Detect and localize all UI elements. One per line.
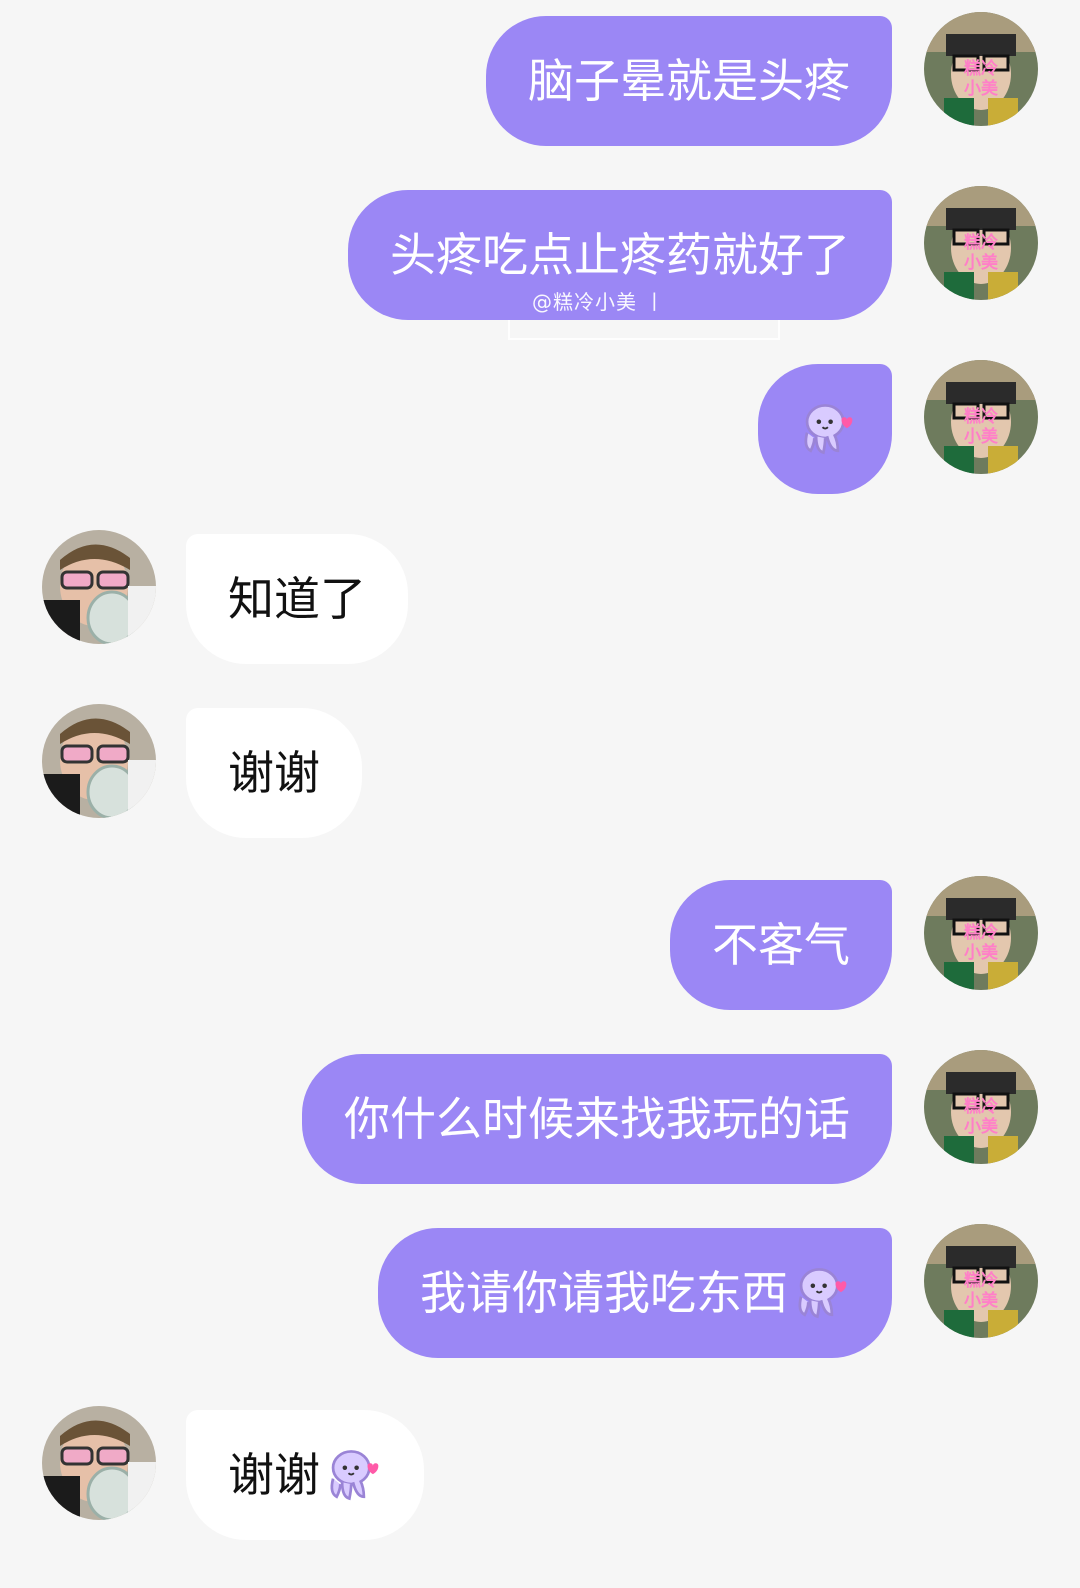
message-bubble[interactable]: 脑子晕就是头疼 [486, 16, 892, 146]
avatar[interactable]: 糕冷 小美 [924, 12, 1038, 126]
message-row: 你什么时候来找我玩的话 糕冷 小美 [0, 1050, 1080, 1184]
watermark-bracket [508, 320, 780, 340]
avatar-me-icon: 糕冷 小美 [924, 360, 1038, 474]
message-text: 头疼吃点止疼药就好了 [390, 228, 850, 282]
watermark: @糕冷小美 丨 [532, 290, 666, 314]
message-row: 脑子晕就是头疼 糕冷 小美 [0, 12, 1080, 146]
message-text: 你什么时候来找我玩的话 [344, 1092, 850, 1146]
message-bubble[interactable]: 谢谢 [186, 708, 362, 838]
svg-text:小美: 小美 [964, 1116, 999, 1137]
avatar[interactable] [42, 1406, 156, 1520]
octopus-kiss-icon [804, 404, 853, 455]
svg-text:小美: 小美 [964, 78, 999, 99]
avatar[interactable]: 糕冷 小美 [924, 186, 1038, 300]
svg-text:糕冷: 糕冷 [964, 1096, 998, 1117]
message-bubble[interactable]: 谢谢 [186, 1410, 424, 1540]
svg-text:糕冷: 糕冷 [964, 406, 998, 427]
svg-text:糕冷: 糕冷 [964, 1270, 998, 1291]
avatar-other-icon [42, 1406, 156, 1520]
avatar[interactable]: 糕冷 小美 [924, 876, 1038, 990]
message-row: 谢谢 [0, 704, 1080, 838]
sticker-bubble[interactable] [758, 364, 892, 494]
message-bubble[interactable]: 你什么时候来找我玩的话 [302, 1054, 892, 1184]
message-bubble[interactable]: 知道了 [186, 534, 408, 664]
svg-text:糕冷: 糕冷 [964, 922, 998, 943]
octopus-kiss-icon [330, 1450, 379, 1501]
avatar[interactable]: 糕冷 小美 [924, 1224, 1038, 1338]
message-bubble[interactable]: 我请你请我吃东西 [378, 1228, 892, 1358]
svg-text:糕冷: 糕冷 [964, 58, 998, 79]
message-row: 糕冷 小美 [0, 360, 1080, 494]
message-text: 谢谢 [228, 746, 320, 800]
avatar-other-icon [42, 704, 156, 818]
avatar[interactable]: 糕冷 小美 [924, 1050, 1038, 1164]
avatar[interactable] [42, 704, 156, 818]
svg-text:糕冷: 糕冷 [964, 232, 998, 253]
message-bubble[interactable]: 不客气 [670, 880, 892, 1010]
message-text: 我请你请我吃东西 [420, 1266, 788, 1320]
avatar-me-icon: 糕冷 小美 [924, 12, 1038, 126]
svg-text:小美: 小美 [964, 1290, 999, 1311]
message-text: 不客气 [712, 918, 850, 972]
message-row: 我请你请我吃东西 糕冷 小美 [0, 1224, 1080, 1358]
avatar[interactable]: 糕冷 小美 [924, 360, 1038, 474]
svg-text:小美: 小美 [964, 426, 999, 447]
avatar-me-icon: 糕冷 小美 [924, 876, 1038, 990]
svg-text:小美: 小美 [964, 942, 999, 963]
message-text: 脑子晕就是头疼 [528, 54, 850, 108]
avatar[interactable] [42, 530, 156, 644]
message-row: 不客气 糕冷 小美 [0, 876, 1080, 1010]
avatar-me-icon: 糕冷 小美 [924, 186, 1038, 300]
message-text: 知道了 [228, 572, 366, 626]
message-row: 谢谢 [0, 1406, 1080, 1540]
avatar-me-icon: 糕冷 小美 [924, 1224, 1038, 1338]
svg-text:小美: 小美 [964, 252, 999, 273]
avatar-me-icon: 糕冷 小美 [924, 1050, 1038, 1164]
message-text: 谢谢 [228, 1448, 320, 1502]
avatar-other-icon [42, 530, 156, 644]
octopus-kiss-icon [798, 1268, 847, 1319]
chat-view: 脑子晕就是头疼 糕冷 小美 头疼吃点止疼药就好了 糕冷 小美 @糕冷小美 丨 糕… [0, 0, 1080, 1588]
message-row: 知道了 [0, 530, 1080, 664]
